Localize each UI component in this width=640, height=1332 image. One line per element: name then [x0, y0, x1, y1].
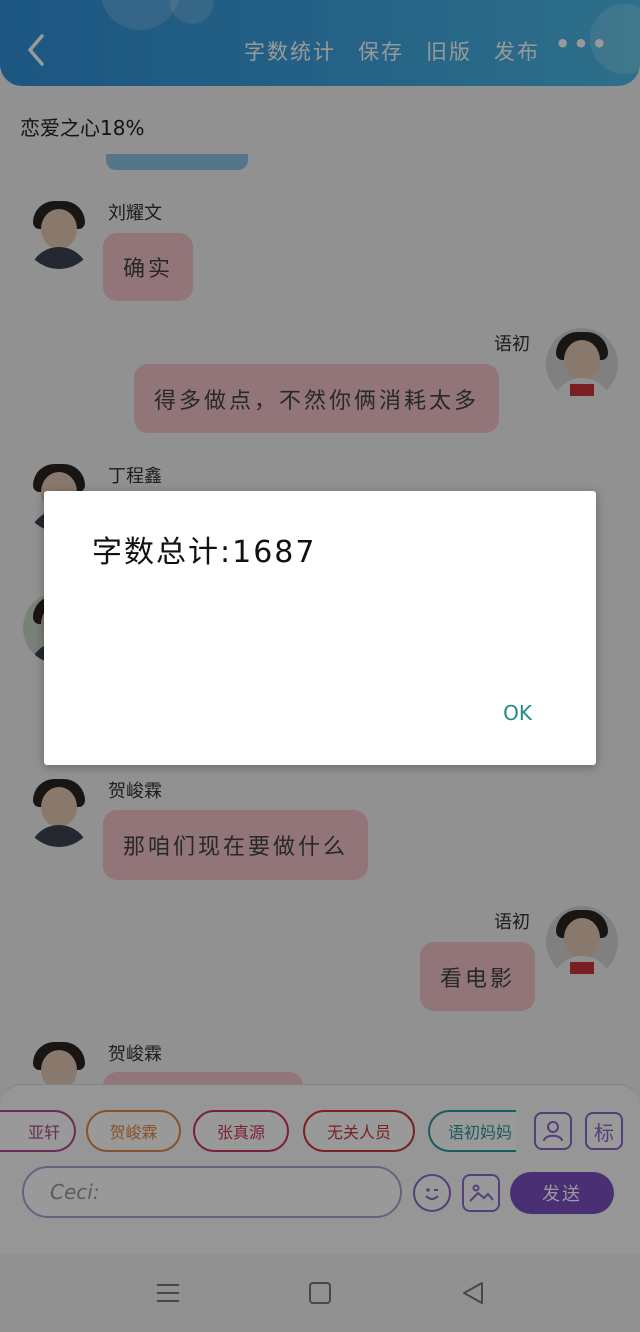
dialog-message: 字数总计:1687	[92, 535, 317, 570]
word-count-dialog: 字数总计:1687 OK	[44, 491, 596, 765]
ok-button[interactable]: OK	[503, 701, 532, 725]
